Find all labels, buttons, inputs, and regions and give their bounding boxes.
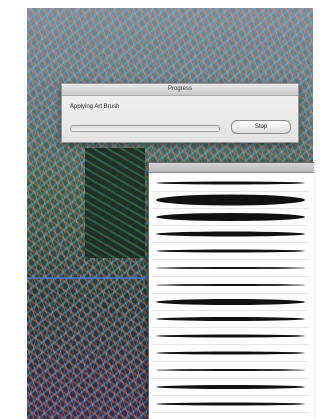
brush-stroke-preview	[156, 299, 305, 305]
brushes-panel	[148, 162, 314, 419]
brush-row[interactable]	[152, 260, 309, 277]
brush-row[interactable]	[152, 345, 309, 362]
brush-row[interactable]	[152, 192, 309, 209]
canvas-guide-line	[27, 277, 157, 279]
brush-stroke-preview	[156, 249, 305, 253]
brush-row[interactable]	[152, 413, 309, 419]
brush-row[interactable]	[152, 311, 309, 328]
brush-row[interactable]	[152, 175, 309, 192]
stop-button[interactable]: Stop	[231, 120, 291, 134]
canvas-dark-region	[85, 148, 145, 258]
brush-row[interactable]	[152, 328, 309, 345]
brush-stroke-preview	[156, 231, 305, 237]
brush-row[interactable]	[152, 226, 309, 243]
brushes-panel-header[interactable]	[149, 163, 314, 173]
brush-stroke-preview	[156, 317, 305, 321]
screenshot-page: Progress Applying Art Brush Stop	[0, 0, 317, 419]
brush-stroke-preview	[156, 351, 305, 355]
progress-message: Applying Art Brush	[70, 104, 120, 110]
brush-row[interactable]	[152, 209, 309, 226]
brush-row[interactable]	[152, 243, 309, 260]
brush-row[interactable]	[152, 277, 309, 294]
progress-bar	[70, 125, 220, 132]
brush-stroke-preview	[156, 267, 305, 269]
brush-stroke-preview	[156, 213, 305, 221]
brush-list	[152, 175, 309, 419]
brush-stroke-preview	[156, 181, 305, 185]
brush-stroke-preview	[156, 385, 305, 389]
dialog-title: Progress	[62, 84, 298, 96]
brush-stroke-preview	[156, 334, 305, 338]
brush-stroke-preview	[156, 402, 305, 406]
brush-stroke-preview	[156, 194, 305, 206]
brush-row[interactable]	[152, 379, 309, 396]
brush-stroke-preview	[156, 284, 305, 286]
progress-dialog: Progress Applying Art Brush Stop	[61, 83, 299, 143]
brush-stroke-preview	[156, 369, 305, 371]
brush-row[interactable]	[152, 362, 309, 379]
brush-row[interactable]	[152, 396, 309, 413]
brush-row[interactable]	[152, 294, 309, 311]
dialog-body: Applying Art Brush Stop	[62, 96, 298, 142]
